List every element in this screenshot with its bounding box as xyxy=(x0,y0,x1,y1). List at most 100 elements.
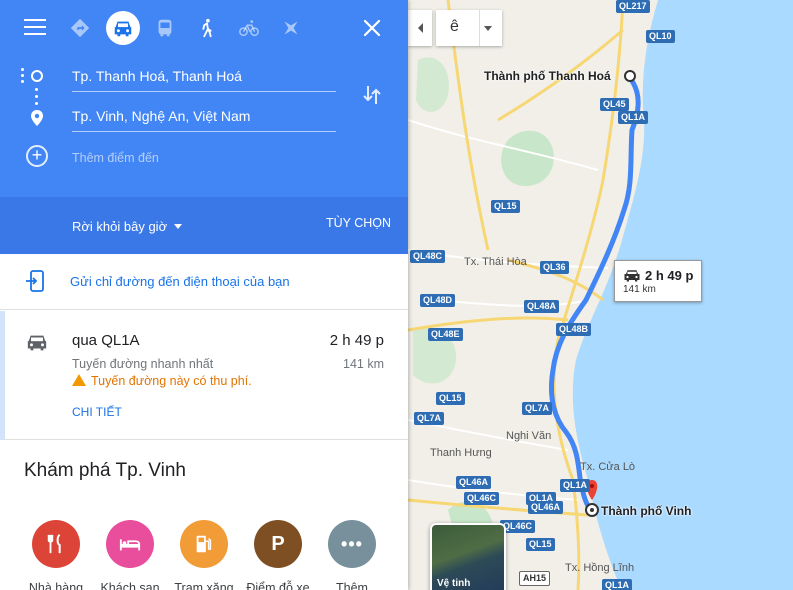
road-label: QL46C xyxy=(464,492,500,505)
road-label: QL7A xyxy=(522,402,553,415)
origin-input[interactable]: Tp. Thanh Hoá, Thanh Hoá xyxy=(72,64,336,92)
route-distance: 141 km xyxy=(343,357,384,371)
drag-handle-icon[interactable] xyxy=(21,68,25,84)
road-label: QL48B xyxy=(556,323,592,336)
road-label: QL1A xyxy=(560,479,591,492)
road-label: QL1A xyxy=(618,111,649,124)
car-icon xyxy=(27,335,47,351)
category-label: Nhà hàng xyxy=(28,581,84,590)
road-label: QL48E xyxy=(428,328,463,341)
directions-panel: + Tp. Thanh Hoá, Thanh Hoá Tp. Vinh, Ngh… xyxy=(0,0,408,590)
road-label: QL36 xyxy=(540,261,569,274)
map-view[interactable]: QL217 QL10 QL45 QL1A QL15 QL48C QL36 QL4… xyxy=(408,0,793,590)
road-label: QL45 xyxy=(600,98,629,111)
origin-marker[interactable] xyxy=(624,70,636,82)
options-button[interactable]: TÙY CHỌN xyxy=(326,216,391,230)
close-icon[interactable] xyxy=(360,16,384,40)
send-to-phone-icon xyxy=(26,270,44,292)
language-value: ê xyxy=(450,18,459,35)
car-icon xyxy=(624,270,640,282)
parking-icon: P xyxy=(271,532,285,555)
road-label: QL10 xyxy=(646,30,675,43)
road-label: QL15 xyxy=(491,200,520,213)
menu-icon[interactable] xyxy=(24,19,46,37)
mode-flight[interactable] xyxy=(274,11,308,45)
satellite-toggle[interactable]: Vệ tinh xyxy=(430,523,506,590)
place-label: Thanh Hưng xyxy=(430,447,492,459)
mode-cycling[interactable] xyxy=(232,11,266,45)
road-label: QL15 xyxy=(436,392,465,405)
gas-station-icon xyxy=(196,535,212,553)
origin-city-label: Thành phố Thanh Hoá xyxy=(484,69,611,83)
directions-header: + Tp. Thanh Hoá, Thanh Hoá Tp. Vinh, Ngh… xyxy=(0,0,408,197)
details-link[interactable]: CHI TIẾT xyxy=(72,405,122,419)
place-label: Nghi Văn xyxy=(506,430,552,442)
send-to-phone-row[interactable]: Gửi chỉ đường đến điện thoại của bạn xyxy=(0,254,408,310)
toll-warning-text: Tuyến đường này có thu phí. xyxy=(91,374,252,388)
road-label: QL7A xyxy=(414,412,445,425)
place-label: Tx. Cửa Lò xyxy=(580,461,636,473)
bus-icon xyxy=(158,19,172,37)
category-parking[interactable]: P xyxy=(254,520,302,568)
category-gas-stations[interactable] xyxy=(180,520,228,568)
category-label: Khách sạn xyxy=(100,581,160,590)
road-label: QL46A xyxy=(456,476,492,489)
callout-duration: 2 h 49 p xyxy=(645,268,694,283)
forest-area xyxy=(416,57,449,112)
chevron-left-icon xyxy=(417,23,423,33)
route-subtitle: Tuyến đường nhanh nhất xyxy=(72,357,214,371)
warning-icon xyxy=(72,374,86,386)
route-via: qua QL1A xyxy=(72,332,140,349)
restaurant-icon xyxy=(47,533,61,554)
category-more[interactable]: ••• xyxy=(328,520,376,568)
collapse-panel-button[interactable] xyxy=(408,10,432,46)
add-destination-input[interactable]: Thêm điểm đến xyxy=(72,146,336,174)
destination-pin-icon xyxy=(31,110,43,126)
hotel-icon xyxy=(119,539,141,551)
send-to-phone-label: Gửi chỉ đường đến điện thoại của bạn xyxy=(70,274,290,289)
toll-warning: Tuyến đường này có thu phí. xyxy=(72,374,252,388)
category-label: Thêm xyxy=(336,581,368,590)
road-label: QL48C xyxy=(410,250,446,263)
road-label: QL46A xyxy=(528,501,564,514)
origin-circle-icon xyxy=(31,70,43,82)
swap-icon[interactable] xyxy=(360,83,384,107)
category-label: Trạm xăng xyxy=(174,581,234,590)
forest-area xyxy=(501,130,554,186)
airplane-icon xyxy=(284,21,298,35)
depart-time-selector[interactable]: Rời khỏi bây giờ xyxy=(72,219,167,234)
road-label: QL48D xyxy=(420,294,456,307)
maps-window: QL217 QL10 QL45 QL1A QL15 QL48C QL36 QL4… xyxy=(0,0,793,590)
chevron-down-icon[interactable] xyxy=(484,26,492,31)
language-selector[interactable]: ê xyxy=(436,10,502,46)
chevron-down-icon[interactable] xyxy=(174,224,182,229)
directions-icon xyxy=(70,18,90,38)
place-label: Tx. Thái Hòa xyxy=(464,256,527,268)
mode-transit[interactable] xyxy=(148,11,182,45)
explore-title: Khám phá Tp. Vinh xyxy=(24,460,186,481)
car-icon xyxy=(114,21,132,37)
route-callout[interactable]: 2 h 49 p 141 km xyxy=(614,260,702,302)
satellite-label: Vệ tinh xyxy=(437,578,471,589)
category-restaurants[interactable] xyxy=(32,520,80,568)
place-label: Tx. Hồng Lĩnh xyxy=(565,562,635,574)
travel-mode-bar xyxy=(0,0,408,56)
road-label: QL48A xyxy=(524,300,560,313)
route-option[interactable]: qua QL1A 2 h 49 p Tuyến đường nhanh nhất… xyxy=(0,311,408,440)
mode-best-route[interactable] xyxy=(63,11,97,45)
destination-input[interactable]: Tp. Vinh, Nghệ An, Việt Nam xyxy=(72,104,336,132)
callout-distance: 141 km xyxy=(623,284,656,295)
mode-walking[interactable] xyxy=(190,11,224,45)
more-icon: ••• xyxy=(341,534,363,554)
category-hotels[interactable] xyxy=(106,520,154,568)
walking-icon xyxy=(202,18,212,38)
road-label: QL15 xyxy=(526,538,555,551)
road-label: QL1A xyxy=(602,579,633,590)
destination-city-label: Thành phố Vinh xyxy=(601,504,692,518)
add-destination-icon[interactable]: + xyxy=(26,145,48,167)
route-duration: 2 h 49 p xyxy=(329,332,384,349)
category-label: Điểm đỗ xe xyxy=(246,581,310,590)
road-label: QL217 xyxy=(616,0,650,13)
bicycle-icon xyxy=(239,20,259,37)
mode-driving[interactable] xyxy=(106,11,140,45)
